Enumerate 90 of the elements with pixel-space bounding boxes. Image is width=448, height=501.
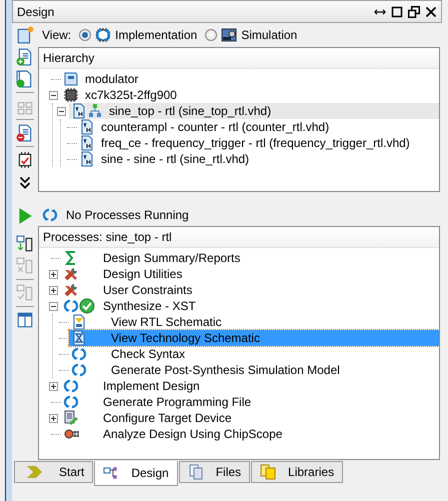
tree-item[interactable]: Generate Post-Synthesis Simulation Model (69, 362, 439, 378)
tree-item[interactable]: sine_top - rtl (sine_top_rtl.vhd) (69, 103, 439, 119)
refresh-icon (71, 346, 87, 362)
tools-icon (63, 282, 79, 298)
add-source-icon[interactable] (16, 48, 34, 66)
column-header: Hierarchy (43, 51, 94, 65)
collapse-toggle[interactable] (48, 302, 58, 310)
design-icon (103, 465, 120, 481)
restore-icon[interactable] (408, 6, 420, 18)
radio-label[interactable]: Implementation (115, 28, 198, 42)
item-label: Design Utilities (103, 267, 182, 281)
new-source-icon[interactable] (16, 26, 34, 44)
chip-arrow-icon[interactable] (16, 235, 34, 253)
item-label: View RTL Schematic (111, 315, 222, 329)
vhdl-file-icon (79, 151, 95, 167)
schematic-icon (71, 330, 87, 346)
chip-icon (95, 27, 112, 43)
tree-item[interactable]: Design Utilities (61, 266, 439, 282)
radio-button[interactable] (79, 29, 92, 41)
item-label: xc7k325t-2ffg900 (85, 88, 177, 102)
chip-check-icon[interactable] (16, 284, 34, 302)
panel-title: Design (17, 4, 54, 18)
tree-item[interactable]: modulator (61, 71, 439, 87)
project-icon (63, 71, 79, 87)
item-label: Generate Programming File (103, 395, 252, 409)
item-label: sine_top - rtl (sine_top_rtl.vhd) (109, 104, 272, 118)
files-icon (188, 464, 204, 480)
refresh-icon (63, 298, 79, 314)
column-header: Processes: sine_top - rtl (43, 230, 172, 244)
expand-toggle[interactable] (48, 286, 58, 294)
item-label: Synthesize - XST (103, 299, 196, 313)
chip-icon (63, 87, 79, 103)
chip-check-icon[interactable] (16, 151, 34, 169)
refresh-icon (71, 362, 87, 378)
tree-item[interactable]: Configure Target Device (61, 410, 439, 426)
refresh-icon (63, 394, 79, 410)
radio-button[interactable] (205, 29, 218, 41)
tab[interactable]: Design (94, 461, 178, 486)
item-label: sine - sine - rtl (sine_rtl.vhd) (101, 152, 250, 166)
item-label: View Technology Schematic (111, 331, 260, 345)
tree-item[interactable]: Synthesize - XST (61, 298, 439, 314)
tab[interactable]: Files (178, 461, 250, 483)
item-label: Generate Post-Synthesis Simulation Model (111, 363, 340, 377)
maximize-icon[interactable] (391, 6, 403, 18)
schematic-icon (71, 314, 87, 330)
collapse-toggle[interactable] (48, 90, 58, 100)
expand-toggle[interactable] (48, 270, 58, 278)
refresh-icon (42, 207, 58, 223)
tree-item[interactable]: Implement Design (61, 378, 439, 394)
tree-item[interactable]: Design Summary/Reports (61, 250, 439, 266)
tree-item[interactable]: Analyze Design Using ChipScope (61, 426, 439, 442)
item-label: counterampl - counter - rtl (counter_rtl.vhd) (101, 120, 330, 134)
tree-item[interactable]: freq_ce - frequency_trigger - rtl (frequency_trigger_rtl.vhd) (77, 135, 439, 151)
table-icon[interactable] (16, 311, 34, 329)
remove-source-icon[interactable] (16, 124, 34, 142)
close-icon[interactable] (425, 6, 437, 18)
tab[interactable]: Libraries (251, 461, 344, 483)
tree-item[interactable]: sine - sine - rtl (sine_rtl.vhd) (77, 151, 439, 167)
tree-item[interactable]: xc7k325t-2ffg900 (61, 87, 439, 103)
tree-item[interactable]: Generate Programming File (61, 394, 439, 410)
item-label: Check Syntax (111, 347, 186, 361)
view-label: View: (42, 28, 72, 42)
vhdl-file-icon (71, 103, 87, 119)
tree-item[interactable]: View RTL Schematic (69, 314, 439, 330)
item-label: modulator (85, 72, 138, 86)
libraries-icon (260, 464, 276, 480)
radio-label[interactable]: Simulation (241, 28, 298, 42)
item-label: freq_ce - frequency_trigger - rtl (frequency_trigger_rtl.vhd) (101, 136, 410, 150)
expand-toggle[interactable] (48, 414, 58, 422)
hierarchy-icon (87, 103, 103, 119)
vhdl-file-icon (79, 135, 95, 151)
tree-item[interactable]: Check Syntax (69, 346, 439, 362)
tab[interactable]: Start (14, 461, 94, 483)
status-text: No Processes Running (66, 208, 189, 222)
item-label: Implement Design (103, 379, 200, 393)
item-label: User Constraints (103, 283, 192, 297)
item-label: Analyze Design Using ChipScope (103, 427, 282, 441)
collapse-toggle[interactable] (56, 106, 66, 116)
device-config-icon (63, 410, 79, 426)
tree-item[interactable]: View Technology Schematic (69, 330, 439, 346)
add-copy-icon[interactable] (16, 70, 34, 88)
refresh-icon (63, 378, 79, 394)
tree-item[interactable]: User Constraints (61, 282, 439, 298)
simulation-icon (221, 27, 238, 43)
item-label: Configure Target Device (103, 411, 232, 425)
item-label: Design Summary/Reports (103, 251, 240, 265)
tree-item[interactable]: counterampl - counter - rtl (counter_rtl.vhd) (77, 119, 439, 135)
expand-toggle[interactable] (48, 382, 58, 390)
tools-icon (63, 266, 79, 282)
vhdl-file-icon (79, 119, 95, 135)
